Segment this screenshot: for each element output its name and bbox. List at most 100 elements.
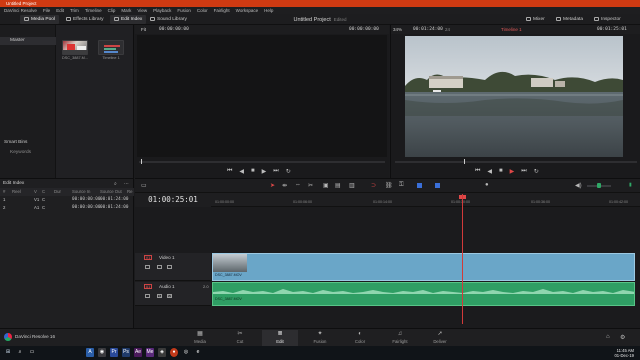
loop-icon[interactable]: ↻ [286,168,291,175]
stop-icon[interactable]: ■ [251,168,255,175]
auto-select-icon[interactable] [157,265,162,269]
col-re[interactable]: Re [127,188,133,196]
mute-button[interactable]: M [167,294,172,298]
more-options-icon[interactable]: ⋯ [124,181,129,187]
menu-trim[interactable]: Trim [70,8,79,13]
lock-icon[interactable] [145,265,150,269]
track-name-video[interactable]: Video 1 [159,255,175,260]
marker-color-icon[interactable] [435,183,440,188]
windows-start-icon[interactable]: ⊞ [4,348,12,357]
photoshop-icon[interactable]: Ps [122,348,130,357]
premiere-icon[interactable]: Pr [110,348,118,357]
menu-clip[interactable]: Clip [108,8,116,13]
taskbar-clock[interactable]: 11:45 AM 01-Dec-19 [602,348,634,358]
stop-icon[interactable]: ■ [499,168,503,175]
after-effects-icon[interactable]: Ae [134,348,142,357]
app-icon[interactable]: A [86,348,94,357]
menu-color[interactable]: Color [197,8,208,13]
media-encoder-icon[interactable]: Me [146,348,154,357]
table-row[interactable]: 1 V1 C 00:00:00:00 00:01:24:00 [0,196,134,204]
metadata-button[interactable]: Metadata [552,15,587,24]
menu-fusion[interactable]: Fusion [177,8,191,13]
page-fusion[interactable]: ✦ Fusion [302,330,338,346]
resolve-taskbar-icon[interactable]: ◉ [98,348,106,357]
source-scrubber-handle[interactable] [141,159,142,164]
source-viewer-canvas[interactable] [137,35,387,157]
audio-meter-icon[interactable]: ◀) [575,182,582,189]
page-edit[interactable]: ≣ Edit [262,330,298,346]
menu-timeline[interactable]: Timeline [85,8,102,13]
clip-thumbnail[interactable] [62,40,88,55]
col-dur[interactable]: Dur [54,188,61,196]
viewer-fit-dropdown[interactable]: Fit [141,25,146,34]
menu-mark[interactable]: Mark [121,8,131,13]
jump-start-icon[interactable]: ⏮ [227,168,232,175]
video-clip[interactable]: DSC_3887.MOV [212,253,635,281]
menu-fairlight[interactable]: Fairlight [214,8,230,13]
position-lock-icon[interactable]: ⚿ [399,182,404,189]
search-icon[interactable]: ⌕ [114,181,117,187]
visibility-icon[interactable] [167,265,172,269]
insert-clip-icon[interactable]: ▣ [323,182,329,189]
play-icon[interactable]: ▶ [510,168,515,175]
task-view-icon[interactable]: ▭ [28,348,36,357]
mixer-button[interactable]: Mixer [522,15,549,24]
menu-playback[interactable]: Playback [153,8,171,13]
snapping-icon[interactable]: ⊃ [371,182,376,189]
firefox-icon[interactable]: ● [170,348,178,357]
bin-master[interactable]: Master [0,37,56,45]
audio-clip[interactable]: DSC_3887.MOV [212,282,635,306]
source-scrubber[interactable] [139,161,385,163]
play-reverse-icon[interactable]: ◀ [487,168,492,175]
edit-index-button[interactable]: Edit Index [110,15,147,24]
loop-icon[interactable]: ↻ [534,168,539,175]
play-icon[interactable]: ▶ [262,168,267,175]
media-pool-button[interactable]: Media Pool [20,15,59,24]
timeline-name-dropdown[interactable]: Timeline 1 [501,25,522,34]
timeline-thumbnail[interactable] [98,40,124,55]
timeline-scrubber[interactable] [395,161,637,163]
sound-library-button[interactable]: Sound Library [146,15,191,24]
timeline-scrubber-handle[interactable] [464,159,465,164]
timeline-ruler[interactable]: 01:00:00:00 01:00:06:00 01:00:14:00 01:0… [211,193,640,207]
link-icon[interactable]: ⛓ [385,182,393,189]
edge-icon[interactable]: e [194,348,202,357]
jump-start-icon[interactable]: ⏮ [475,168,480,175]
settings-icon[interactable]: ⚙ [620,334,625,341]
selection-tool-icon[interactable]: ➤ [270,182,275,189]
track-id-v1[interactable]: V1 [144,255,152,260]
layout-icon[interactable]: ▭ [141,182,147,189]
track-name-audio[interactable]: Audio 1 [159,284,175,289]
replace-clip-icon[interactable]: ▥ [349,182,355,189]
col-reel[interactable]: Reel [12,188,21,196]
effects-library-button[interactable]: Effects Library [62,15,108,24]
track-id-a1[interactable]: A1 [144,284,152,289]
col-number[interactable]: # [3,188,5,196]
menu-edit[interactable]: Edit [56,8,64,13]
menu-view[interactable]: View [137,8,147,13]
col-v[interactable]: V [34,188,37,196]
playhead[interactable] [462,194,463,324]
menu-file[interactable]: File [43,8,50,13]
play-reverse-icon[interactable]: ◀ [239,168,244,175]
page-fairlight[interactable]: ♫ Fairlight [382,330,418,346]
lock-icon[interactable] [145,294,150,298]
inspector-button[interactable]: Inspector [590,15,625,24]
volume-slider-handle[interactable] [597,183,601,188]
col-source-in[interactable]: Source In [72,188,90,196]
page-media[interactable]: ▦ Media [182,330,218,346]
solo-button[interactable]: S [157,294,162,298]
page-cut[interactable]: ✂ Cut [222,330,258,346]
jump-end-icon[interactable]: ⏭ [521,168,526,175]
menu-davinci-resolve[interactable]: DaVinci Resolve [4,8,37,13]
menu-workspace[interactable]: Workspace [236,8,258,13]
zoom-full-icon[interactable]: ● [485,182,489,188]
search-icon[interactable]: ⌕ [16,348,24,357]
overwrite-clip-icon[interactable]: ▤ [335,182,341,189]
jump-end-icon[interactable]: ⏭ [273,168,278,175]
menu-help[interactable]: Help [264,8,273,13]
app-icon[interactable]: ◈ [158,348,166,357]
trim-tool-icon[interactable]: ⇹ [282,182,287,189]
col-c[interactable]: C [42,188,45,196]
dynamic-trim-icon[interactable]: ⇔ [295,182,301,188]
